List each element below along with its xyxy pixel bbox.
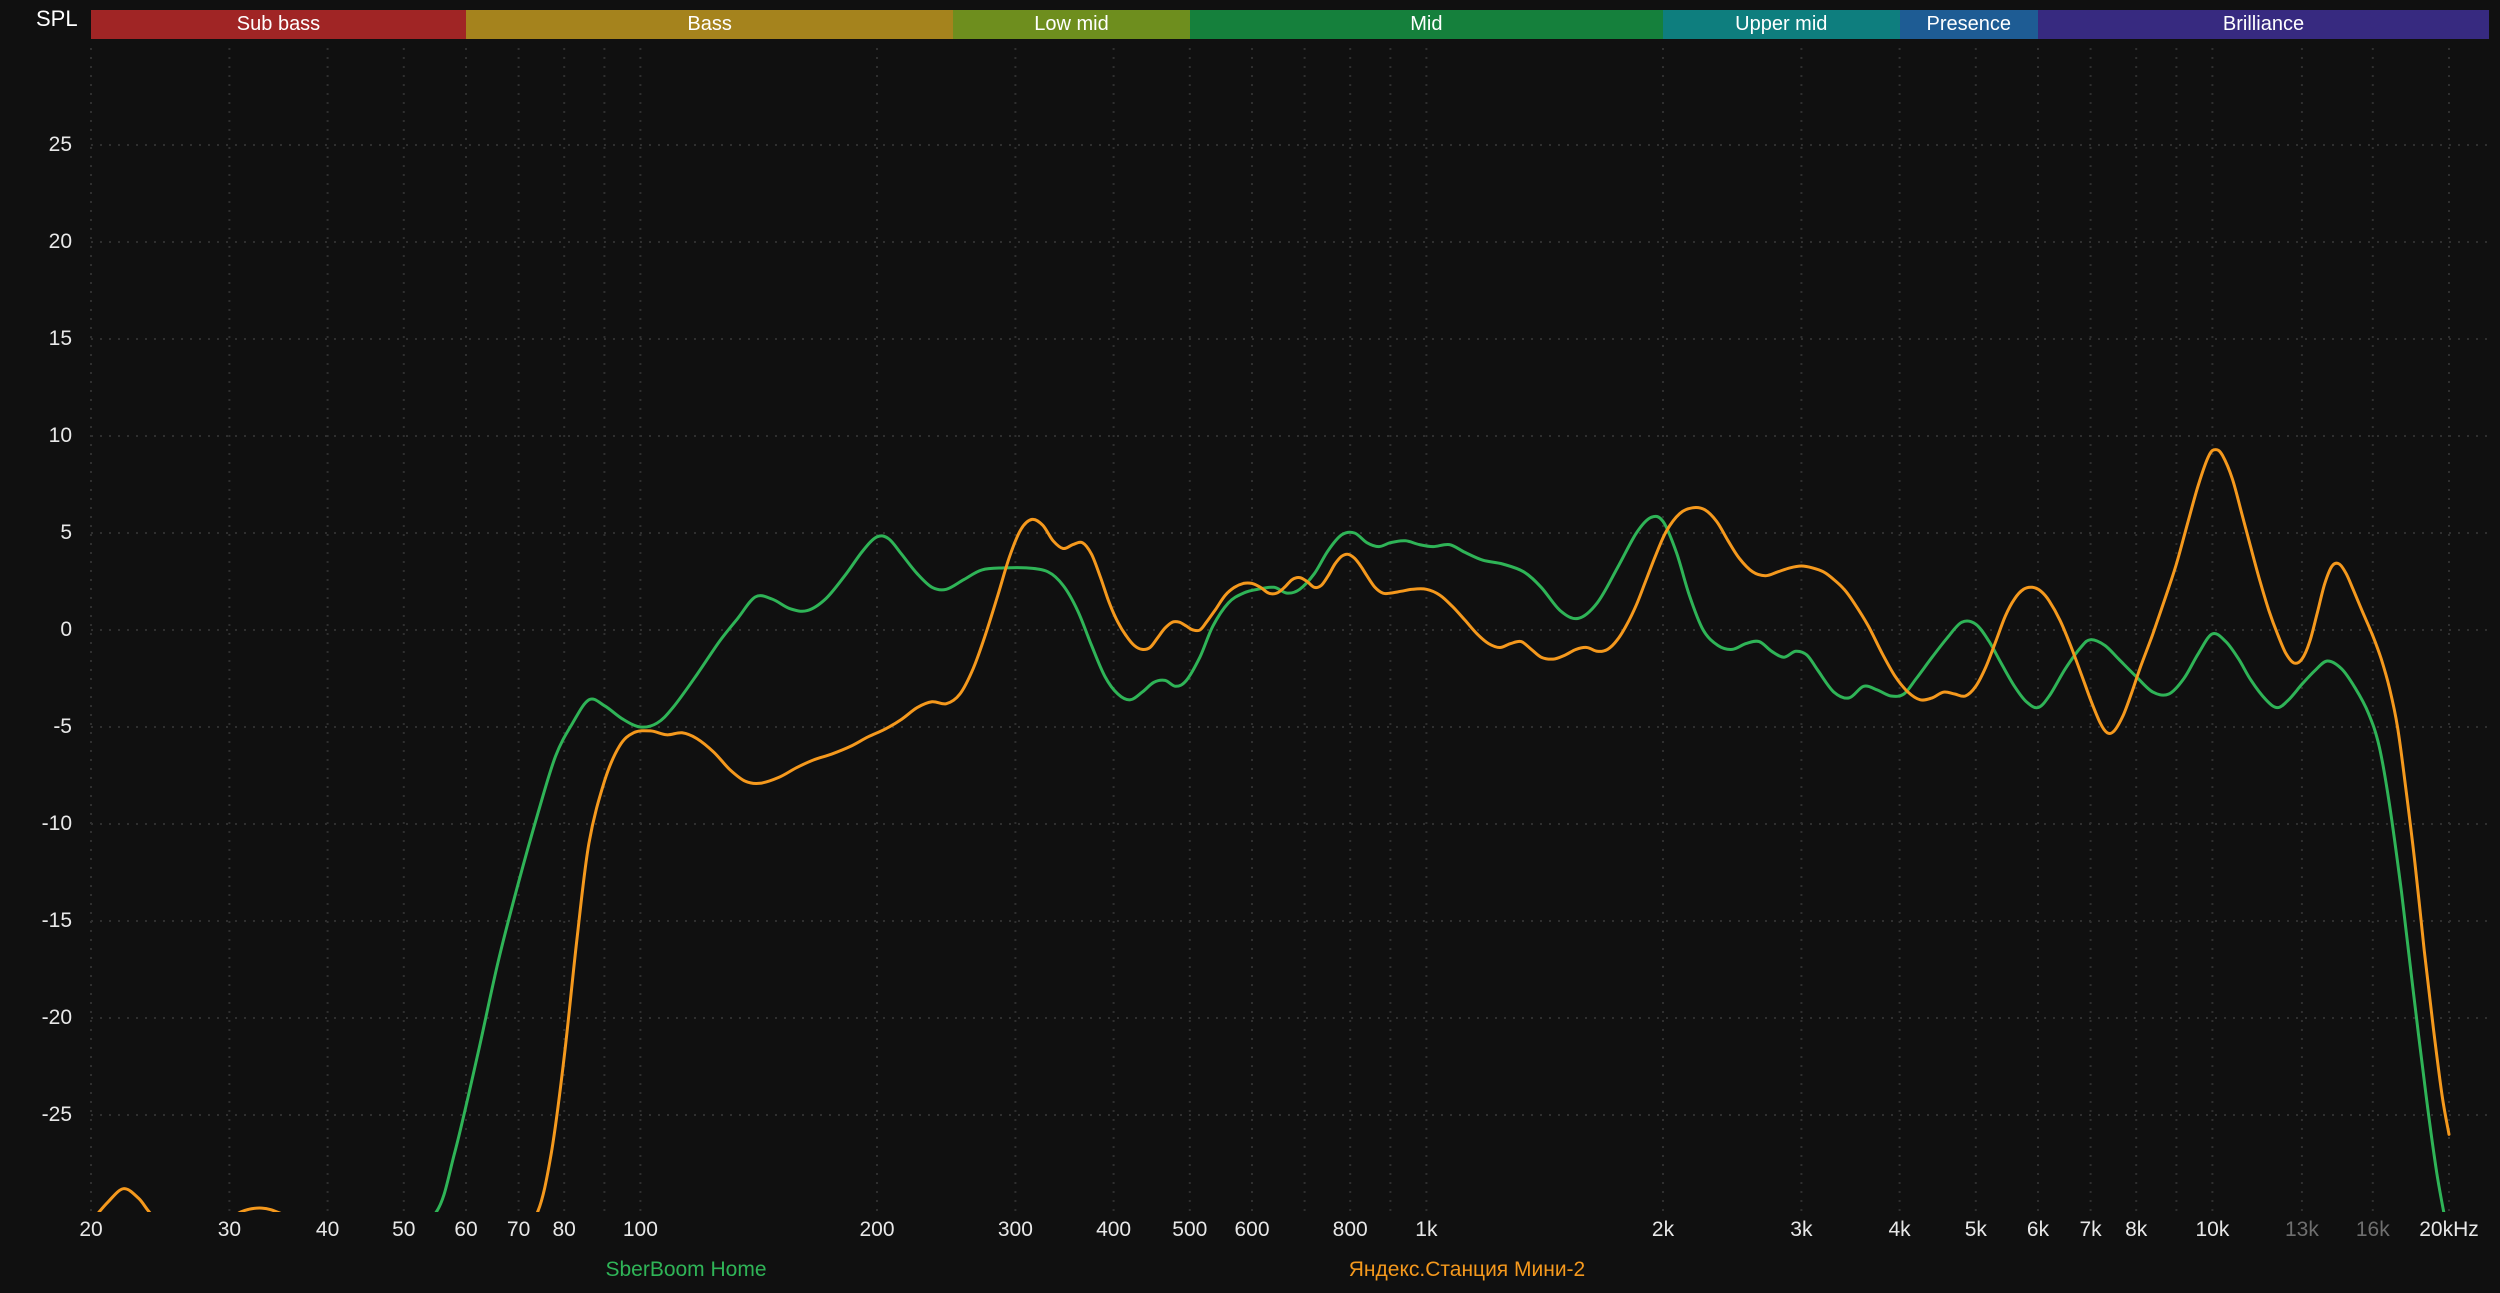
y-tick-20: 20 bbox=[10, 230, 72, 254]
y-tick--25: -25 bbox=[10, 1103, 72, 1127]
y-tick-25: 25 bbox=[10, 133, 72, 157]
x-tick-100: 100 bbox=[623, 1218, 658, 1242]
x-tick-300: 300 bbox=[998, 1218, 1033, 1242]
y-tick--5: -5 bbox=[10, 715, 72, 739]
x-tick-3k: 3k bbox=[1790, 1218, 1812, 1242]
x-tick-40: 40 bbox=[316, 1218, 339, 1242]
x-tick-4k: 4k bbox=[1889, 1218, 1911, 1242]
plot-area bbox=[0, 0, 2500, 1293]
x-tick-6k: 6k bbox=[2027, 1218, 2049, 1242]
x-tick-500: 500 bbox=[1172, 1218, 1207, 1242]
grid bbox=[91, 48, 2489, 1212]
x-tick-600: 600 bbox=[1234, 1218, 1269, 1242]
x-tick-13k: 13k bbox=[2285, 1218, 2319, 1242]
x-tick-60: 60 bbox=[454, 1218, 477, 1242]
y-tick--20: -20 bbox=[10, 1006, 72, 1030]
x-tick-16k: 16k bbox=[2356, 1218, 2390, 1242]
x-tick-8k: 8k bbox=[2125, 1218, 2147, 1242]
x-tick-70: 70 bbox=[507, 1218, 530, 1242]
x-tick-10k: 10k bbox=[2195, 1218, 2229, 1242]
y-tick-5: 5 bbox=[10, 521, 72, 545]
x-tick-400: 400 bbox=[1096, 1218, 1131, 1242]
x-tick-5k: 5k bbox=[1965, 1218, 1987, 1242]
x-tick-2k: 2k bbox=[1652, 1218, 1674, 1242]
y-tick-15: 15 bbox=[10, 327, 72, 351]
x-axis-ticks: 20 30 40 50 60 70 80 100 200 300 400 500 600 800 1k 2k 3… bbox=[0, 1218, 2500, 1246]
x-tick-800: 800 bbox=[1333, 1218, 1368, 1242]
legend-sberboom-home[interactable]: SberBoom Home bbox=[605, 1258, 766, 1282]
x-tick-30: 30 bbox=[218, 1218, 241, 1242]
legend-yandex-station-mini-2[interactable]: Яндекс.Станция Мини-2 bbox=[1349, 1258, 1585, 1282]
x-tick-20kHz: 20kHz bbox=[2419, 1218, 2479, 1242]
y-tick-0: 0 bbox=[10, 618, 72, 642]
x-tick-80: 80 bbox=[553, 1218, 576, 1242]
frequency-response-chart: SPL Sub bassBassLow midMidUpper midPrese… bbox=[0, 0, 2500, 1293]
y-tick-10: 10 bbox=[10, 424, 72, 448]
curve-sberboom-home bbox=[91, 516, 2446, 1233]
y-tick--15: -15 bbox=[10, 909, 72, 933]
x-tick-200: 200 bbox=[859, 1218, 894, 1242]
x-tick-1k: 1k bbox=[1415, 1218, 1437, 1242]
legend: SberBoom Home Яндекс.Станция Мини-2 bbox=[0, 1258, 2500, 1288]
x-tick-50: 50 bbox=[392, 1218, 415, 1242]
x-tick-20: 20 bbox=[79, 1218, 102, 1242]
x-tick-7k: 7k bbox=[2080, 1218, 2102, 1242]
y-tick--10: -10 bbox=[10, 812, 72, 836]
